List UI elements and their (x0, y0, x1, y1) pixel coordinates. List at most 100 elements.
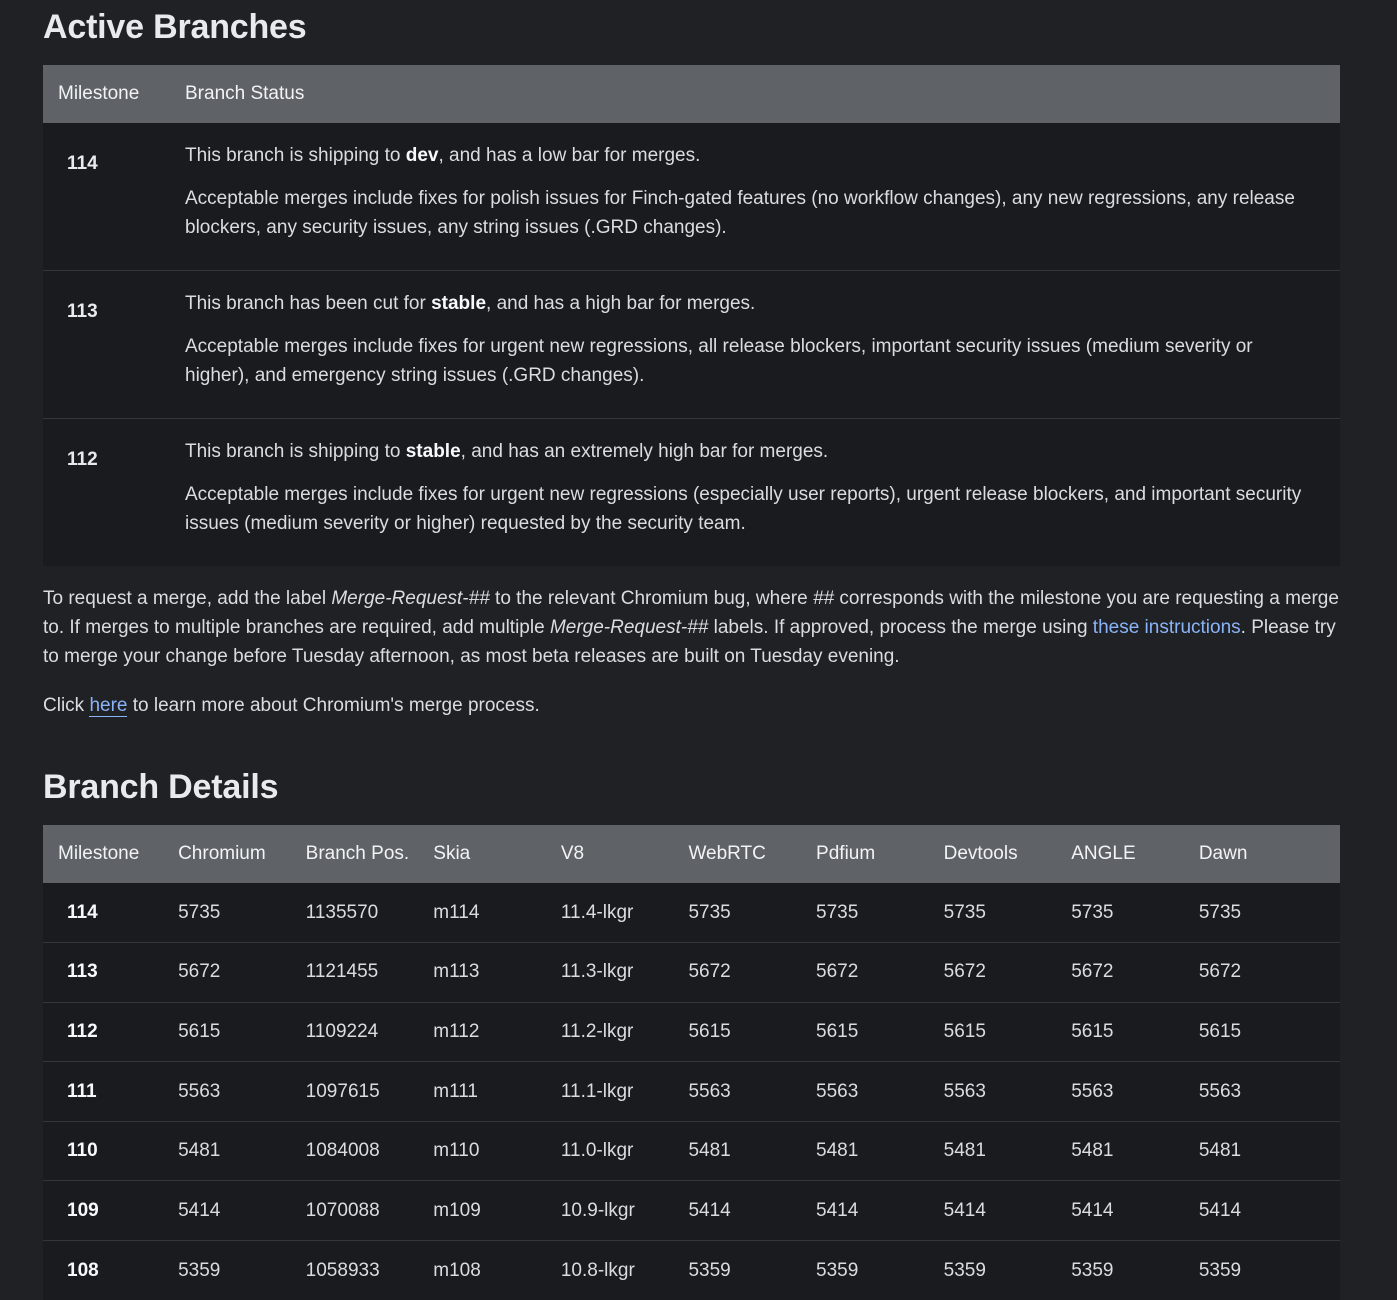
chromium-cell: 5563 (178, 1080, 221, 1102)
branch-details-body: 114 5735 1135570 m114 11.4-lkgr 5735 5735 5735 5… (43, 883, 1340, 1300)
these-instructions-link[interactable]: these instructions (1093, 617, 1241, 638)
branch-pos-cell: 1121455 (305, 961, 379, 983)
skia-cell: m114 (433, 901, 480, 923)
branch-status-cell: This branch has been cut for stable, and… (170, 271, 1340, 419)
skia-cell: m111 (433, 1080, 478, 1102)
webrtc-cell: 5563 (688, 1080, 731, 1102)
status-summary: This branch has been cut for stable, and… (185, 293, 756, 314)
merge-request-instructions: To request a merge, add the label Merge-… (43, 588, 1339, 667)
angle-cell: 5481 (1071, 1140, 1114, 1162)
webrtc-cell: 5481 (688, 1140, 731, 1162)
pdfium-cell: 5414 (816, 1199, 859, 1221)
table-row: 108 5359 1058933 m108 10.8-lkgr 5359 5359 5359 5… (43, 1240, 1340, 1300)
pdfium-cell: 5359 (816, 1259, 859, 1281)
milestone-cell: 110 (67, 1140, 98, 1162)
milestone-cell: 112 (67, 449, 98, 470)
chromium-cell: 5615 (178, 1020, 221, 1042)
merge-process-link[interactable]: here (89, 695, 128, 717)
table-row: 114 This branch is shipping to dev, and … (43, 123, 1340, 271)
skia-cell: m108 (433, 1259, 481, 1281)
pdfium-cell: 5615 (816, 1020, 859, 1042)
angle-cell: 5615 (1071, 1020, 1114, 1042)
active-branches-heading: Active Branches (43, 8, 307, 46)
v8-cell: 10.9-lkgr (560, 1199, 635, 1221)
v8-cell: 10.8-lkgr (560, 1259, 635, 1281)
column-header-dawn: Dawn (1198, 843, 1248, 864)
dawn-cell: 5672 (1198, 961, 1242, 983)
dawn-cell: 5735 (1198, 901, 1242, 923)
branch-status-cell: This branch is shipping to stable, and h… (170, 419, 1340, 567)
column-header-milestone: Milestone (58, 843, 140, 864)
v8-cell: 11.1-lkgr (560, 1080, 634, 1102)
column-header-branch-pos: Branch Pos. (305, 843, 410, 864)
skia-cell: m110 (433, 1140, 480, 1162)
merge-process-note: Click here to learn more about Chromium'… (43, 695, 540, 717)
devtools-cell: 5359 (943, 1259, 986, 1281)
webrtc-cell: 5359 (688, 1259, 731, 1281)
table-row: 111 5563 1097615 m111 11.1-lkgr 5563 5563 5563 5… (43, 1061, 1340, 1122)
status-details: Acceptable merges include fixes for urge… (185, 336, 1253, 386)
milestone-cell: 114 (67, 153, 98, 174)
chromium-cell: 5735 (178, 901, 221, 923)
devtools-cell: 5615 (943, 1020, 986, 1042)
status-details: Acceptable merges include fixes for poli… (185, 188, 1295, 238)
dawn-cell: 5563 (1198, 1080, 1242, 1102)
column-header-webrtc: WebRTC (688, 843, 766, 864)
dawn-cell: 5481 (1198, 1140, 1242, 1162)
milestone-cell: 113 (67, 961, 98, 983)
dawn-cell: 5615 (1198, 1020, 1242, 1042)
table-row: 110 5481 1084008 m110 11.0-lkgr 5481 5481 5481 5… (43, 1121, 1340, 1181)
v8-cell: 11.0-lkgr (560, 1140, 634, 1162)
webrtc-cell: 5615 (688, 1020, 731, 1042)
table-header-row: Milestone Chromium Branch Pos. Skia V8 W… (43, 825, 1340, 883)
table-row: 114 5735 1135570 m114 11.4-lkgr 5735 5735 5735 5… (43, 883, 1340, 943)
column-header-skia: Skia (433, 843, 471, 864)
skia-cell: m113 (433, 961, 480, 983)
angle-cell: 5735 (1071, 901, 1114, 923)
v8-cell: 11.3-lkgr (560, 961, 634, 983)
pdfium-cell: 5563 (816, 1080, 859, 1102)
angle-cell: 5672 (1071, 961, 1114, 983)
chromium-cell: 5481 (178, 1140, 221, 1162)
chromium-cell: 5672 (178, 961, 221, 983)
branch-pos-cell: 1084008 (305, 1140, 380, 1162)
webrtc-cell: 5672 (688, 961, 731, 983)
column-header-pdfium: Pdfium (816, 843, 876, 864)
milestone-cell: 111 (67, 1080, 97, 1102)
devtools-cell: 5735 (943, 901, 986, 923)
column-header-chromium: Chromium (178, 843, 266, 864)
milestone-cell: 109 (67, 1199, 99, 1221)
milestone-cell: 114 (67, 901, 98, 923)
angle-cell: 5414 (1071, 1199, 1114, 1221)
branch-pos-cell: 1058933 (305, 1259, 380, 1281)
angle-cell: 5563 (1071, 1080, 1114, 1102)
chromium-cell: 5359 (178, 1259, 221, 1281)
v8-cell: 11.4-lkgr (560, 901, 634, 923)
skia-cell: m112 (433, 1020, 480, 1042)
angle-cell: 5359 (1071, 1259, 1114, 1281)
dawn-cell: 5414 (1198, 1199, 1242, 1221)
webrtc-cell: 5414 (688, 1199, 731, 1221)
dawn-cell: 5359 (1198, 1259, 1242, 1281)
branch-details-table: Milestone Chromium Branch Pos. Skia V8 W… (43, 825, 1340, 1300)
milestone-cell: 112 (67, 1020, 98, 1042)
v8-cell: 11.2-lkgr (560, 1020, 634, 1042)
branch-status-cell: This branch is shipping to dev, and has … (170, 123, 1340, 271)
branch-pos-cell: 1097615 (305, 1080, 380, 1102)
devtools-cell: 5481 (943, 1140, 986, 1162)
column-header-milestone: Milestone (58, 83, 140, 104)
table-row: 113 5672 1121455 m113 11.3-lkgr 5672 5672 5672 5… (43, 942, 1340, 1003)
status-summary: This branch is shipping to stable, and h… (185, 441, 829, 462)
chromium-cell: 5414 (178, 1199, 221, 1221)
milestone-cell: 113 (67, 301, 98, 322)
skia-cell: m109 (433, 1199, 481, 1221)
active-branches-table: Milestone Branch Status 114 This branch … (43, 65, 1340, 566)
table-row: 112 This branch is shipping to stable, a… (43, 418, 1340, 567)
webrtc-cell: 5735 (688, 901, 731, 923)
table-row: 113 This branch has been cut for stable,… (43, 270, 1340, 419)
column-header-angle: ANGLE (1071, 843, 1136, 864)
pdfium-cell: 5481 (816, 1140, 859, 1162)
column-header-v8: V8 (560, 843, 585, 864)
devtools-cell: 5672 (943, 961, 986, 983)
pdfium-cell: 5735 (816, 901, 859, 923)
